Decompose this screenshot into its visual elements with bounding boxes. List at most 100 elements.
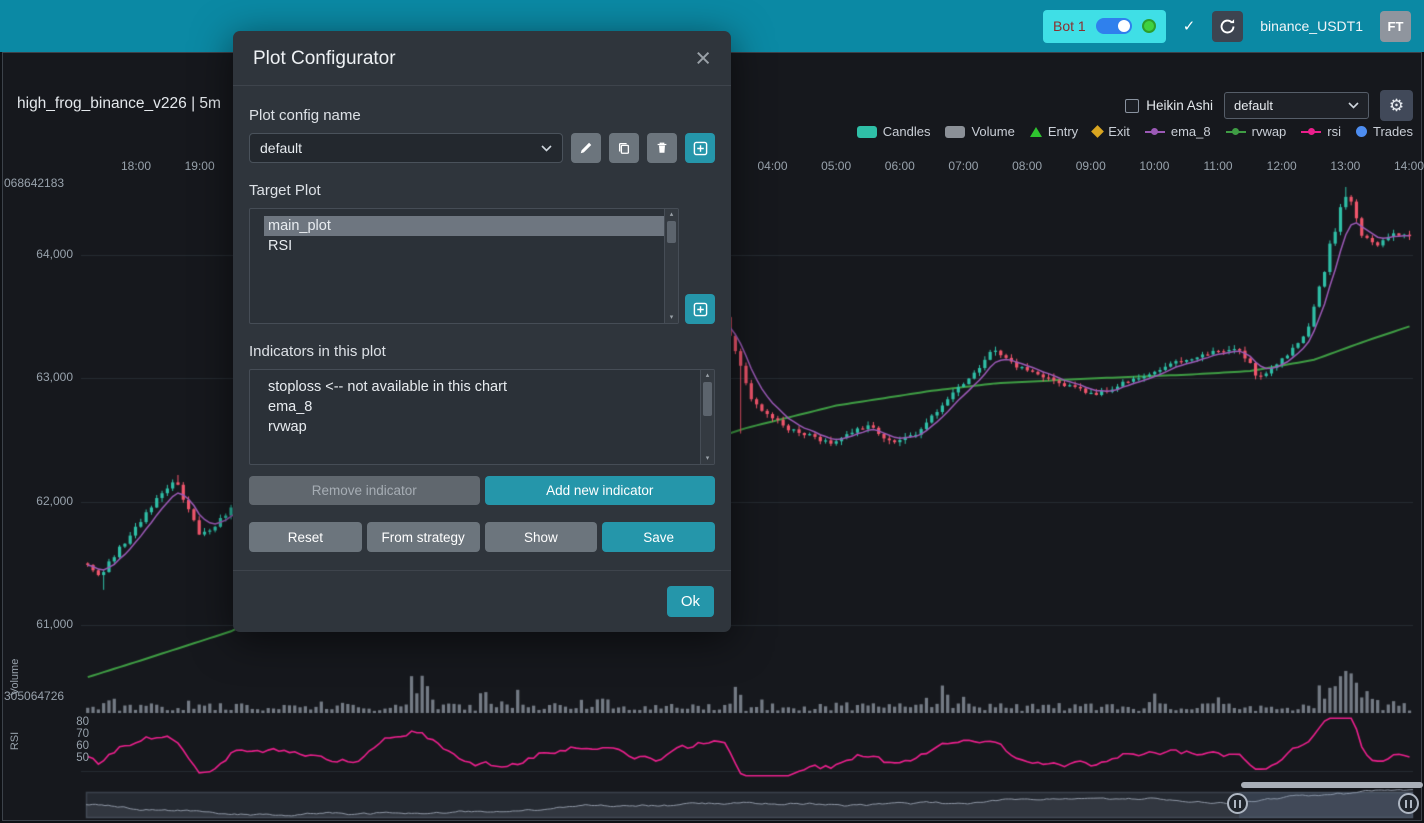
legend-item-rsi[interactable]: rsi xyxy=(1301,124,1341,139)
heikin-ashi-label: Heikin Ashi xyxy=(1146,98,1213,113)
legend-item-Volume[interactable]: Volume xyxy=(945,124,1014,139)
scrollbar-thumb[interactable] xyxy=(703,382,712,416)
chart-title: high_frog_binance_v226 | 5m xyxy=(17,95,221,113)
time-axis-label: 12:00 xyxy=(1259,159,1305,173)
listbox-scrollbar[interactable]: ▴ ▾ xyxy=(700,370,714,464)
scroll-up-icon[interactable]: ▴ xyxy=(670,210,674,219)
legend-label: Candles xyxy=(883,124,931,139)
bot-online-dot xyxy=(1142,19,1156,33)
scrollbar-thumb[interactable] xyxy=(667,221,676,243)
time-axis-label: 08:00 xyxy=(1004,159,1050,173)
rsi-axis-title: RSI xyxy=(9,721,21,761)
reset-button[interactable]: Reset xyxy=(249,522,362,552)
chevron-down-icon xyxy=(1348,102,1359,109)
add-new-indicator-button[interactable]: Add new indicator xyxy=(485,476,716,505)
pair-name: binance_USDT1 xyxy=(1260,18,1363,34)
legend-label: rvwap xyxy=(1252,124,1287,139)
indicator-option-rvwap[interactable]: rvwap xyxy=(264,417,700,437)
legend-item-Candles[interactable]: Candles xyxy=(857,124,931,139)
bot-selector[interactable]: Bot 1 xyxy=(1043,10,1166,43)
trash-icon xyxy=(655,141,669,155)
modal-title: Plot Configurator xyxy=(253,48,396,70)
datazoom-handle-left[interactable] xyxy=(1227,793,1248,814)
rsi-axis-label: 70 xyxy=(61,728,89,740)
edit-config-button[interactable] xyxy=(571,133,601,163)
scroll-down-icon[interactable]: ▾ xyxy=(670,313,674,322)
Volume-swatch-icon xyxy=(945,126,965,138)
legend-label: Volume xyxy=(971,124,1014,139)
from-strategy-button[interactable]: From strategy xyxy=(367,522,480,552)
plus-square-icon xyxy=(693,141,708,156)
Entry-swatch-icon xyxy=(1030,127,1042,137)
save-button[interactable]: Save xyxy=(602,522,715,552)
rsi-axis-label: 50 xyxy=(61,752,89,764)
indicator-option-ema8[interactable]: ema_8 xyxy=(264,397,700,417)
plus-square-icon xyxy=(693,302,708,317)
refresh-icon xyxy=(1219,18,1236,35)
plot-config-select[interactable]: default xyxy=(1224,92,1369,119)
refresh-button[interactable] xyxy=(1212,11,1243,42)
target-plot-listbox[interactable]: main_plot RSI ▴ ▾ xyxy=(249,208,679,324)
modal-footer: Ok xyxy=(233,570,731,632)
price-axis-label: 63,000 xyxy=(21,370,73,384)
add-plot-button[interactable] xyxy=(685,294,715,324)
rsi-swatch-icon xyxy=(1301,126,1321,138)
pencil-icon xyxy=(579,141,593,155)
legend-item-Exit[interactable]: Exit xyxy=(1093,124,1130,139)
target-plot-option-rsi[interactable]: RSI xyxy=(264,236,664,256)
delete-config-button[interactable] xyxy=(647,133,677,163)
legend-label: rsi xyxy=(1327,124,1341,139)
datazoom-scrollbar[interactable] xyxy=(1241,782,1423,788)
price-axis-label: 61,000 xyxy=(21,617,73,631)
legend-item-ema_8[interactable]: ema_8 xyxy=(1145,124,1211,139)
add-config-button[interactable] xyxy=(685,133,715,163)
plot-config-select-value: default xyxy=(1234,98,1273,113)
time-axis-label: 09:00 xyxy=(1068,159,1114,173)
price-axis-label: 64,000 xyxy=(21,247,73,261)
time-axis-label: 19:00 xyxy=(177,159,223,173)
legend-label: Entry xyxy=(1048,124,1078,139)
rsi-axis-label: 60 xyxy=(61,740,89,752)
legend-label: ema_8 xyxy=(1171,124,1211,139)
config-name-select[interactable]: default xyxy=(249,133,563,163)
ft-avatar-button[interactable]: FT xyxy=(1380,11,1411,42)
Candles-swatch-icon xyxy=(857,126,877,138)
volume-axis-label: 305064726 xyxy=(4,689,64,703)
indicators-label: Indicators in this plot xyxy=(249,343,715,360)
price-axis-overflow-label: 068642183 xyxy=(4,176,64,190)
price-axis-label: 62,000 xyxy=(21,494,73,508)
plot-configurator-modal: Plot Configurator × Plot config name def… xyxy=(233,31,731,632)
heikin-ashi-checkbox[interactable] xyxy=(1125,99,1139,113)
remove-indicator-button[interactable]: Remove indicator xyxy=(249,476,480,505)
indicator-option-stoploss[interactable]: stoploss <-- not available in this chart xyxy=(264,377,700,397)
legend-label: Trades xyxy=(1373,124,1413,139)
duplicate-config-button[interactable] xyxy=(609,133,639,163)
legend-item-Entry[interactable]: Entry xyxy=(1030,124,1078,139)
toggle-knob xyxy=(1118,20,1130,32)
indicators-listbox[interactable]: stoploss <-- not available in this chart… xyxy=(249,369,715,465)
close-icon[interactable]: × xyxy=(695,45,711,72)
ok-button[interactable]: Ok xyxy=(667,586,714,617)
datazoom-navigator[interactable] xyxy=(86,792,1415,818)
bot-toggle-switch[interactable] xyxy=(1096,18,1132,34)
time-axis-label: 18:00 xyxy=(113,159,159,173)
scroll-down-icon[interactable]: ▾ xyxy=(706,454,710,463)
scroll-up-icon[interactable]: ▴ xyxy=(706,371,710,380)
ema_8-swatch-icon xyxy=(1145,126,1165,138)
Exit-swatch-icon xyxy=(1091,125,1104,138)
time-axis-label: 11:00 xyxy=(1195,159,1241,173)
plot-config-name-label: Plot config name xyxy=(249,107,715,124)
time-axis-label: 06:00 xyxy=(877,159,923,173)
datazoom-handle-right[interactable] xyxy=(1398,793,1419,814)
time-axis-label: 14:00 xyxy=(1386,159,1424,173)
show-button[interactable]: Show xyxy=(485,522,598,552)
legend-label: Exit xyxy=(1108,124,1130,139)
legend-item-rvwap[interactable]: rvwap xyxy=(1226,124,1287,139)
time-axis-label: 07:00 xyxy=(940,159,986,173)
listbox-scrollbar[interactable]: ▴ ▾ xyxy=(664,209,678,323)
legend-item-Trades[interactable]: Trades xyxy=(1356,124,1413,139)
heikin-ashi-control: Heikin Ashi xyxy=(1125,98,1213,113)
target-plot-option-main[interactable]: main_plot xyxy=(264,216,664,236)
time-axis-label: 05:00 xyxy=(813,159,859,173)
plot-settings-button[interactable]: ⚙ xyxy=(1380,90,1413,121)
